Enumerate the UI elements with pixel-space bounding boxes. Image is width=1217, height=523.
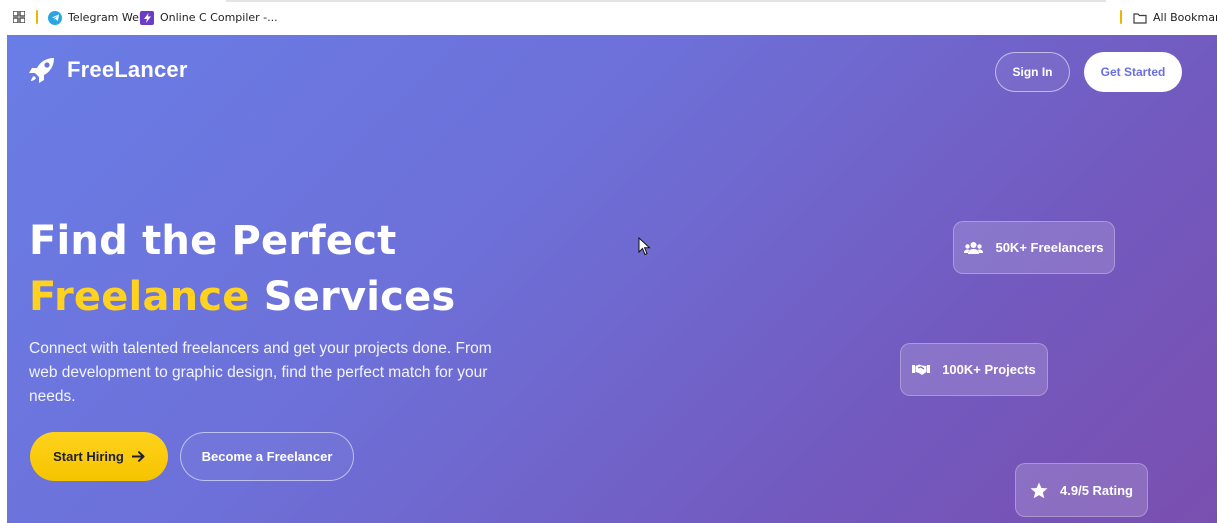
- bookmarks-bar: Telegram Web Online C Compiler -... All …: [0, 0, 1217, 35]
- hero-description: Connect with talented freelancers and ge…: [29, 340, 492, 405]
- headline-highlight: Freelance: [29, 274, 250, 320]
- address-bar-edge: [226, 0, 1106, 2]
- bookmark-telegram-web[interactable]: Telegram Web: [48, 0, 146, 35]
- brand-name: FreeLancer: [67, 57, 188, 82]
- star-icon: [1030, 482, 1048, 498]
- telegram-icon: [48, 10, 62, 25]
- stat-label: 100K+ Projects: [942, 362, 1036, 377]
- bookmark-label: Online C Compiler -...: [160, 11, 278, 24]
- headline-line-1: Find the Perfect: [29, 218, 397, 264]
- start-hiring-label: Start Hiring: [53, 449, 124, 464]
- hero-section: FreeLancer Sign In Get Started Find the …: [7, 35, 1217, 523]
- rocket-icon: [29, 58, 54, 83]
- headline-line-2: Freelance Services: [29, 269, 455, 325]
- stat-card-freelancers: 50K+ Freelancers: [953, 221, 1115, 274]
- users-icon: [964, 241, 984, 254]
- start-hiring-button[interactable]: Start Hiring: [30, 432, 168, 481]
- headline-rest: Services: [263, 274, 456, 320]
- all-bookmarks-label: All Bookmarks: [1153, 11, 1217, 24]
- folder-icon: [1133, 12, 1147, 24]
- apps-grid-icon[interactable]: [13, 11, 25, 23]
- stat-card-projects: 100K+ Projects: [900, 343, 1048, 396]
- bookmark-online-c-compiler[interactable]: Online C Compiler -...: [140, 0, 278, 35]
- sign-in-button[interactable]: Sign In: [995, 52, 1070, 92]
- bookmarks-separator: [1120, 10, 1122, 24]
- stat-label: 50K+ Freelancers: [995, 240, 1104, 255]
- become-freelancer-button[interactable]: Become a Freelancer: [180, 432, 354, 481]
- bookmarks-separator: [36, 10, 38, 24]
- hero-headline: Find the Perfect Freelance Services: [29, 213, 455, 325]
- arrow-right-icon: [131, 451, 145, 462]
- brand-logo[interactable]: FreeLancer: [29, 57, 188, 83]
- all-bookmarks-button[interactable]: All Bookmarks: [1133, 0, 1217, 35]
- get-started-button[interactable]: Get Started: [1084, 52, 1182, 92]
- handshake-icon: [912, 364, 931, 375]
- stat-label: 4.9/5 Rating: [1060, 482, 1133, 498]
- compiler-icon: [140, 10, 154, 25]
- bookmark-label: Telegram Web: [68, 11, 146, 24]
- stat-card-rating: 4.9/5 Rating: [1015, 463, 1148, 517]
- mouse-cursor-icon: [638, 237, 651, 256]
